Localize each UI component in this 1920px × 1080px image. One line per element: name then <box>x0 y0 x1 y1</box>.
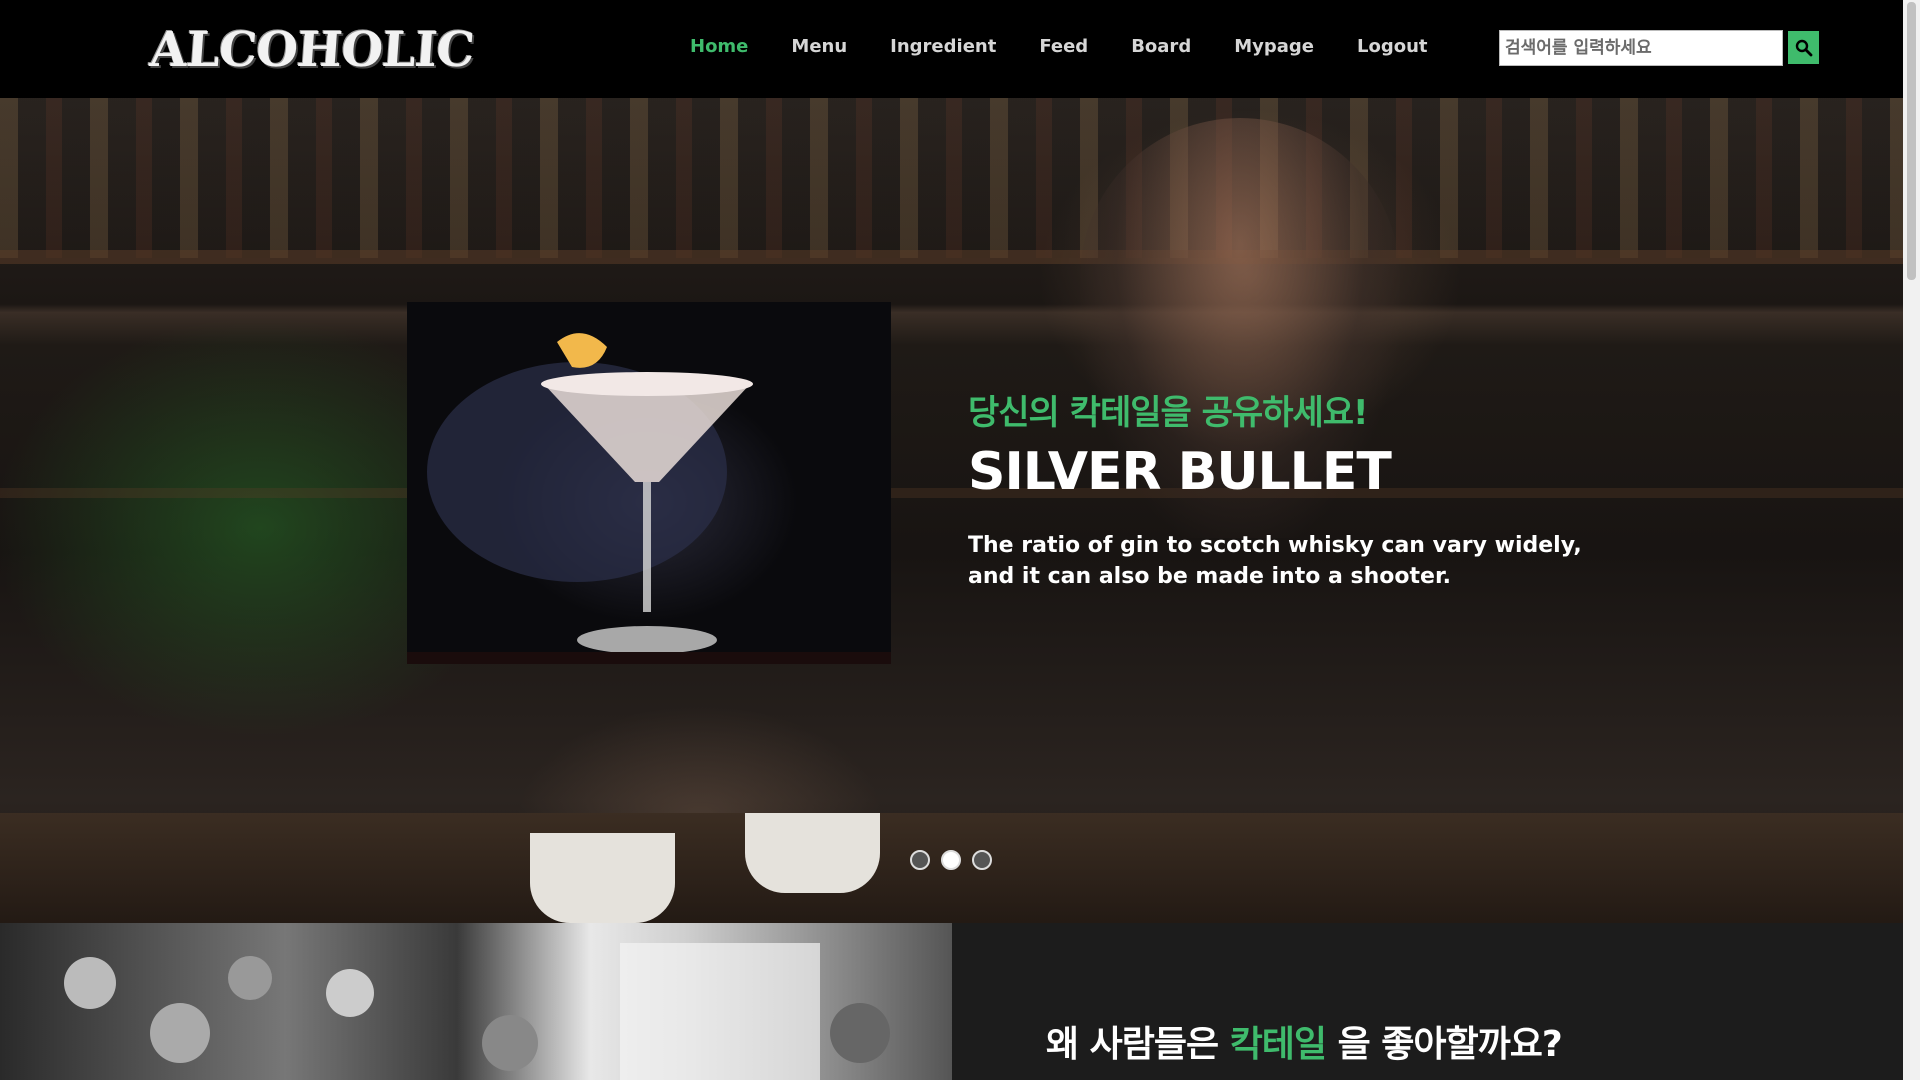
nav-ingredient[interactable]: Ingredient <box>890 36 996 57</box>
page-scrollbar[interactable] <box>1903 0 1920 1080</box>
why-heading-suffix: 을 좋아할까요? <box>1337 1024 1563 1065</box>
nav-feed[interactable]: Feed <box>1039 36 1088 57</box>
slide-title: SILVER BULLET <box>968 442 1392 502</box>
search-button[interactable] <box>1788 31 1819 64</box>
background-bowl <box>530 833 675 923</box>
nav-menu[interactable]: Menu <box>791 36 847 57</box>
scrollbar-thumb[interactable] <box>1907 2 1916 280</box>
main-nav: Home Menu Ingredient Feed Board Mypage L… <box>690 36 1471 57</box>
hero-carousel: 당신의 칵테일을 공유하세요! SILVER BULLET The ratio … <box>0 98 1903 923</box>
background-shelf-lower <box>0 488 1903 498</box>
search-input[interactable] <box>1499 30 1783 66</box>
background-shelf <box>0 250 1903 264</box>
nav-home[interactable]: Home <box>690 36 748 57</box>
carousel-dot-1[interactable] <box>910 850 930 870</box>
slide-description: The ratio of gin to scotch whisky can va… <box>968 533 1582 589</box>
nav-mypage[interactable]: Mypage <box>1234 36 1314 57</box>
martini-glass-illustration <box>407 333 891 664</box>
cocktail-image <box>407 302 891 664</box>
nav-logout[interactable]: Logout <box>1357 36 1428 57</box>
carousel-dot-2[interactable] <box>941 850 961 870</box>
vintage-crowd-illustration <box>64 943 890 1080</box>
nav-board[interactable]: Board <box>1131 36 1191 57</box>
carousel-indicators <box>910 850 1003 870</box>
carousel-dot-3[interactable] <box>972 850 992 870</box>
slide-caption: 당신의 칵테일을 공유하세요! SILVER BULLET The ratio … <box>968 385 1588 592</box>
vintage-bar-photo <box>0 923 952 1080</box>
background-bottles <box>0 98 1903 258</box>
slide-subtitle: 당신의 칵테일을 공유하세요! <box>968 393 1369 433</box>
search-icon <box>1795 39 1812 56</box>
site-logo[interactable]: ALCOHOLIC <box>148 22 475 78</box>
background-bowl <box>745 813 880 893</box>
site-header: ALCOHOLIC Home Menu Ingredient Feed Boar… <box>0 0 1903 98</box>
why-cocktail-heading: 왜 사람들은 칵테일 을 좋아할까요? <box>1046 1015 1563 1067</box>
why-heading-accent: 칵테일 <box>1229 1024 1327 1065</box>
why-heading-prefix: 왜 사람들은 <box>1046 1024 1219 1065</box>
